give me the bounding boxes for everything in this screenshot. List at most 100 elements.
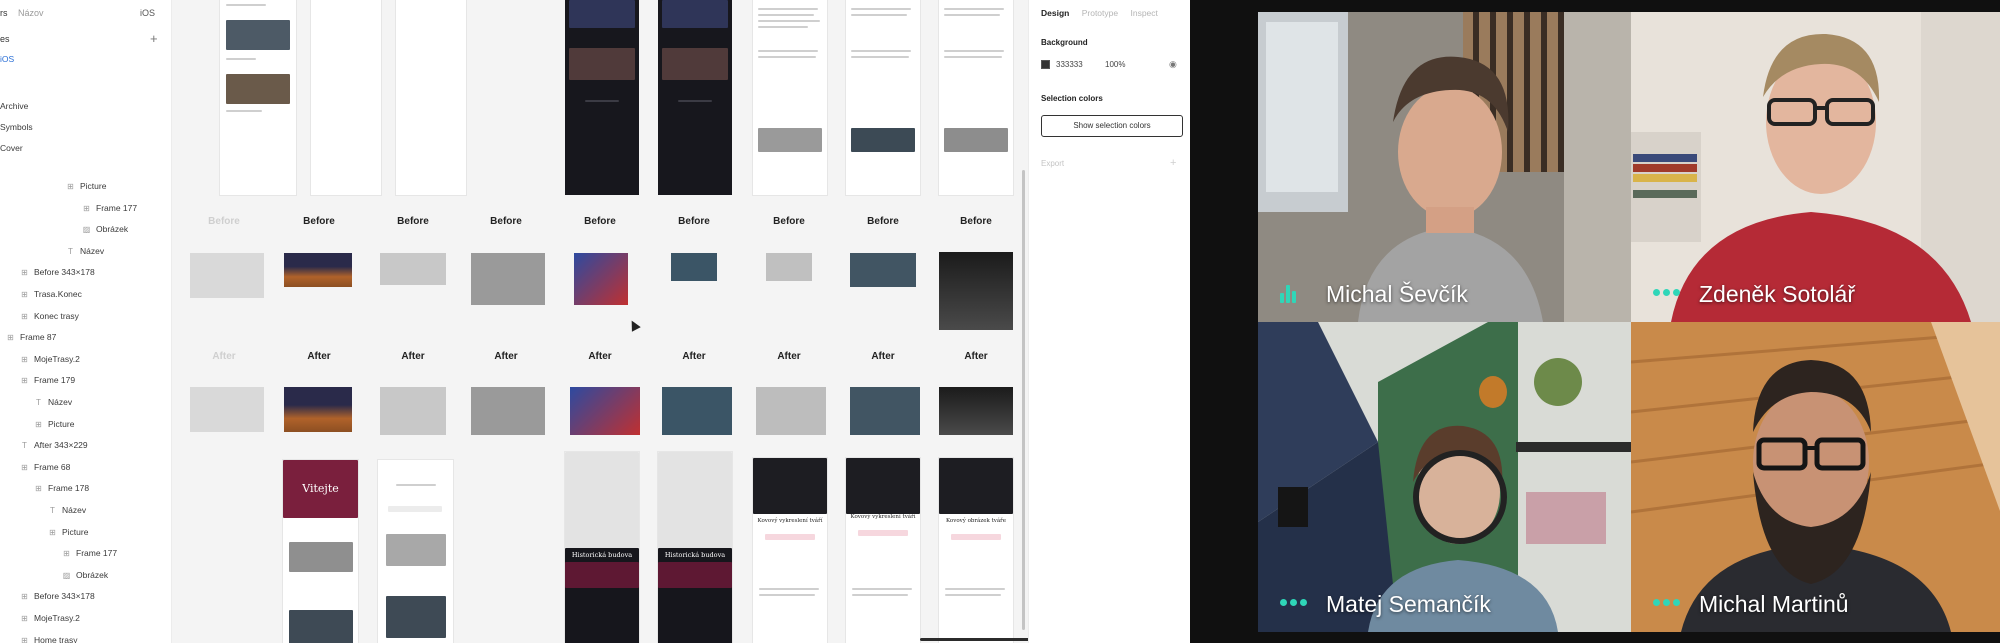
participant-tile-2[interactable]: Zdeněk Sotolář (1631, 12, 2000, 322)
layer-item[interactable]: ⊞ Home trasy (20, 632, 77, 643)
layer-label: Obrázek (96, 224, 129, 234)
tab-inspect[interactable]: Inspect (1130, 8, 1157, 18)
tab-design[interactable]: Design (1041, 8, 1069, 18)
canvas-vertical-scrollbar[interactable] (1022, 170, 1025, 630)
design-canvas[interactable]: Before Before Before Before Before Before Befo… (172, 0, 1028, 643)
export-section-title: Export (1041, 159, 1065, 168)
layer-item[interactable]: ⊞ Picture (66, 178, 106, 194)
before-thumb-8[interactable] (850, 253, 916, 287)
layer-item[interactable]: ⊞ MojeTrasy.2 (20, 351, 80, 367)
before-thumb-5[interactable] (574, 253, 628, 305)
layer-item[interactable]: ⊞ Frame 68 (20, 459, 70, 475)
after-thumb-3[interactable] (380, 387, 446, 435)
after-thumb-6[interactable] (662, 387, 732, 435)
participant-name: Michal Ševčík (1326, 281, 1468, 307)
layer-item[interactable]: ⊞ Frame 179 (20, 372, 75, 388)
after-thumb-5[interactable] (570, 387, 640, 435)
page-item-symbols[interactable]: Symbols (0, 119, 33, 135)
text-icon: T (50, 506, 55, 515)
layer-item[interactable]: ⊞ Frame 87 (6, 329, 56, 345)
layer-item[interactable]: ⊞ Picture (34, 416, 74, 432)
before-thumb-7[interactable] (766, 253, 812, 281)
platform-label[interactable]: iOS (140, 8, 155, 18)
frame-bottom-5[interactable]: Kovový vykreslení tváří (753, 458, 827, 643)
add-page-icon[interactable]: + (150, 31, 158, 46)
participant-tile-3[interactable]: Matej Semančík (1258, 322, 1631, 632)
layer-item[interactable]: T Název (34, 394, 72, 410)
frame-bottom-7[interactable]: Kovový obrázek tváře (939, 458, 1013, 643)
pages-header-label: es (0, 34, 10, 44)
before-thumb-1[interactable] (190, 253, 264, 298)
layer-item[interactable]: T After 343×229 (20, 437, 88, 453)
layer-item[interactable]: T Název (48, 502, 86, 518)
mouse-cursor-icon (627, 318, 641, 332)
after-thumb-1[interactable] (190, 387, 264, 432)
after-thumb-2[interactable] (284, 387, 352, 432)
frame-top-5[interactable] (658, 0, 732, 195)
frame-top-6[interactable] (753, 0, 827, 195)
add-export-icon[interactable]: + (1170, 157, 1176, 169)
layer-item[interactable]: ⊞ Frame 178 (34, 480, 89, 496)
frame-top-3[interactable] (396, 0, 466, 195)
after-label: After (401, 351, 425, 362)
frame-bottom-1[interactable]: Vitejte (283, 460, 358, 643)
layer-item[interactable]: ▨ Obrázek (82, 221, 128, 237)
layer-item[interactable]: T Název (66, 243, 104, 259)
page-item-selected[interactable]: iOS (0, 54, 14, 64)
after-label: After (212, 351, 236, 362)
layer-item[interactable]: ⊞ Before 343×178 (20, 588, 95, 604)
frame-top-4[interactable] (565, 0, 639, 195)
before-thumb-2[interactable] (284, 253, 352, 287)
layer-item[interactable]: ⊞ Trasa.Konec (20, 286, 82, 302)
frame-bottom-7-title: Kovový obrázek tváře (945, 518, 1007, 524)
visibility-eye-icon[interactable]: ◉ (1169, 59, 1177, 70)
participant-name: Michal Martinů (1699, 591, 1849, 617)
frame-top-2[interactable] (311, 0, 381, 195)
page-item-archive[interactable]: Archive (0, 98, 28, 114)
layer-label: After 343×229 (34, 440, 88, 450)
before-thumb-3[interactable] (380, 253, 446, 285)
selection-colors-title: Selection colors (1041, 94, 1103, 103)
layer-item[interactable]: ⊞ Frame 177 (62, 545, 117, 561)
layer-label: MojeTrasy.2 (34, 354, 80, 364)
frame-bottom-3[interactable]: Historická budova (565, 452, 639, 643)
frame-bottom-2[interactable] (378, 460, 453, 643)
layer-item[interactable]: ⊞ Before 343×178 (20, 264, 95, 280)
layer-label: Picture (80, 181, 107, 191)
before-thumb-9[interactable] (939, 252, 1013, 330)
grid-icon: ⊞ (21, 355, 28, 364)
grid-icon: ⊞ (35, 484, 42, 493)
frame-top-7[interactable] (846, 0, 920, 195)
layer-label: Název (80, 246, 105, 256)
layer-label: Before 343×178 (34, 267, 95, 277)
participant-tile-1[interactable]: Michal Ševčík (1258, 12, 1631, 322)
frame-top-1[interactable] (220, 0, 296, 195)
background-color-swatch[interactable] (1041, 60, 1050, 69)
before-thumb-4[interactable] (471, 253, 545, 305)
layer-item[interactable]: ⊞ Konec trasy (20, 308, 79, 324)
background-opacity-input[interactable]: 100% (1105, 60, 1125, 69)
frame-bottom-4[interactable]: Historická budova (658, 452, 732, 643)
tab-prototype[interactable]: Prototype (1082, 8, 1118, 18)
layer-item[interactable]: ⊞ Frame 177 (82, 200, 137, 216)
before-label: Before (678, 216, 710, 227)
file-tab[interactable]: Názov (18, 8, 44, 18)
before-thumb-6[interactable] (671, 253, 717, 281)
grid-icon: ⊞ (7, 333, 14, 342)
after-thumb-4[interactable] (471, 387, 545, 435)
participant-video-3 (1258, 322, 1631, 632)
frame-top-8[interactable] (939, 0, 1013, 195)
after-thumb-7[interactable] (756, 387, 826, 435)
page-item-cover[interactable]: Cover (0, 140, 23, 156)
layer-item[interactable]: ⊞ Picture (48, 524, 88, 540)
after-thumb-9[interactable] (939, 387, 1013, 435)
document-name[interactable]: rs (0, 8, 8, 18)
layer-item[interactable]: ▨ Obrázek (62, 567, 108, 583)
text-icon: T (68, 247, 73, 256)
show-selection-colors-button[interactable]: Show selection colors (1041, 115, 1183, 137)
participant-tile-4[interactable]: Michal Martinů (1631, 322, 2000, 632)
background-hex-input[interactable]: 333333 (1056, 60, 1083, 69)
layer-item[interactable]: ⊞ MojeTrasy.2 (20, 610, 80, 626)
after-thumb-8[interactable] (850, 387, 920, 435)
frame-bottom-6[interactable]: Kovový vykreslení tváří (846, 458, 920, 643)
